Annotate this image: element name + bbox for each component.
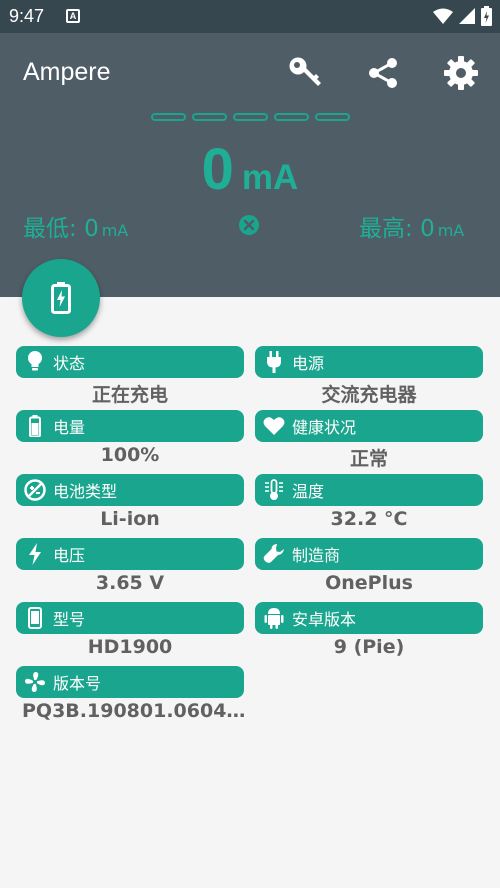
info-label: 温度 — [292, 482, 325, 501]
max-value: 0 — [420, 216, 435, 242]
info-item-health: 健康状况 正常 — [255, 410, 483, 472]
min-unit: mA — [101, 221, 129, 240]
info-item-manufacturer: 制造商 OnePlus — [255, 538, 483, 600]
wrench-icon — [263, 543, 285, 565]
min-label: 最低: — [23, 216, 77, 242]
info-label: 安卓版本 — [292, 610, 357, 629]
current-unit: mA — [241, 158, 299, 197]
current-reading: 0 mA — [0, 136, 500, 203]
info-value: 3.65 V — [95, 572, 165, 594]
info-label: 型号 — [53, 610, 86, 629]
app-title: Ampere — [23, 58, 111, 86]
battery-charging-icon — [51, 282, 71, 314]
info-pill: 温度 — [255, 474, 483, 506]
level-dash — [315, 113, 350, 121]
info-pill: 电池类型 — [16, 474, 244, 506]
max-reading: 最高: 0 mA — [359, 209, 464, 243]
info-item-battery-type: 电池类型 Li-ion — [16, 474, 244, 536]
bulb-icon — [24, 351, 46, 373]
level-dash — [233, 113, 268, 121]
settings-icon — [444, 56, 478, 90]
notification-icon: A — [66, 9, 80, 23]
info-item-status: 状态 正在充电 — [16, 346, 244, 408]
wifi-icon — [433, 8, 453, 24]
status-time: 9:47 — [9, 6, 45, 26]
key-icon — [289, 57, 321, 86]
android-icon — [263, 607, 285, 629]
info-value: 正常 — [349, 448, 388, 470]
info-value: 32.2 °C — [330, 508, 408, 530]
info-item-temperature: 温度 32.2 °C — [255, 474, 483, 536]
info-value: 100% — [100, 444, 160, 466]
max-label: 最高: — [359, 216, 413, 242]
info-pill: 电源 — [255, 346, 483, 378]
info-pill: 型号 — [16, 602, 244, 634]
info-value: OnePlus — [325, 572, 413, 594]
status-icons — [433, 6, 492, 26]
info-label: 版本号 — [53, 674, 102, 693]
info-item-build-number: 版本号 PQ3B.190801.0604… — [16, 666, 245, 728]
info-item-power-source: 电源 交流充电器 — [255, 346, 483, 408]
share-button[interactable] — [363, 53, 403, 93]
status-bar: 9:47 A — [0, 0, 500, 33]
share-icon — [369, 58, 397, 88]
info-item-model: 型号 HD1900 — [16, 602, 244, 664]
info-label: 状态 — [53, 354, 86, 373]
plug-icon — [263, 351, 285, 373]
lightning-icon — [24, 543, 46, 565]
settings-button[interactable] — [441, 53, 481, 93]
info-pill: 版本号 — [16, 666, 244, 698]
info-value: 9 (Pie) — [333, 636, 405, 658]
info-value: HD1900 — [87, 636, 173, 658]
info-value: 正在充电 — [91, 384, 168, 406]
info-item-level: 电量 100% — [16, 410, 244, 472]
info-pill: 安卓版本 — [255, 602, 483, 634]
info-pill: 制造商 — [255, 538, 483, 570]
min-value: 0 — [84, 216, 99, 242]
heart-icon — [263, 415, 285, 437]
current-value: 0 — [201, 137, 234, 202]
header: Ampere 0 mA 最低: 0 mA 最高: 0 mA — [0, 33, 500, 297]
max-unit: mA — [437, 221, 465, 240]
min-reading: 最低: 0 mA — [23, 209, 128, 243]
info-value: PQ3B.190801.0604… — [22, 700, 246, 722]
info-value: Li-ion — [100, 508, 160, 530]
battery-fab-button[interactable] — [22, 259, 100, 337]
info-label: 电压 — [53, 546, 86, 565]
level-dash — [151, 113, 186, 121]
phone-icon — [24, 607, 46, 629]
level-dash — [274, 113, 309, 121]
battery-type-icon — [24, 479, 46, 501]
info-pill: 健康状况 — [255, 410, 483, 442]
level-dash — [192, 113, 227, 121]
info-label: 电源 — [292, 354, 325, 373]
signal-icon — [459, 8, 475, 24]
info-item-android-version: 安卓版本 9 (Pie) — [255, 602, 483, 664]
reset-icon[interactable] — [238, 214, 260, 236]
info-pill: 电压 — [16, 538, 244, 570]
info-value: 交流充电器 — [321, 384, 417, 406]
fan-icon — [24, 671, 46, 693]
key-button[interactable] — [286, 53, 326, 93]
info-label: 电量 — [53, 418, 86, 437]
info-label: 制造商 — [292, 546, 341, 565]
info-label: 电池类型 — [53, 482, 118, 501]
battery-level-icon — [24, 415, 46, 437]
level-indicator — [151, 113, 350, 121]
thermometer-icon — [263, 479, 285, 501]
info-pill: 电量 — [16, 410, 244, 442]
info-item-voltage: 电压 3.65 V — [16, 538, 244, 600]
info-label: 健康状况 — [292, 418, 357, 437]
info-pill: 状态 — [16, 346, 244, 378]
battery-charging-status-icon — [481, 6, 492, 26]
